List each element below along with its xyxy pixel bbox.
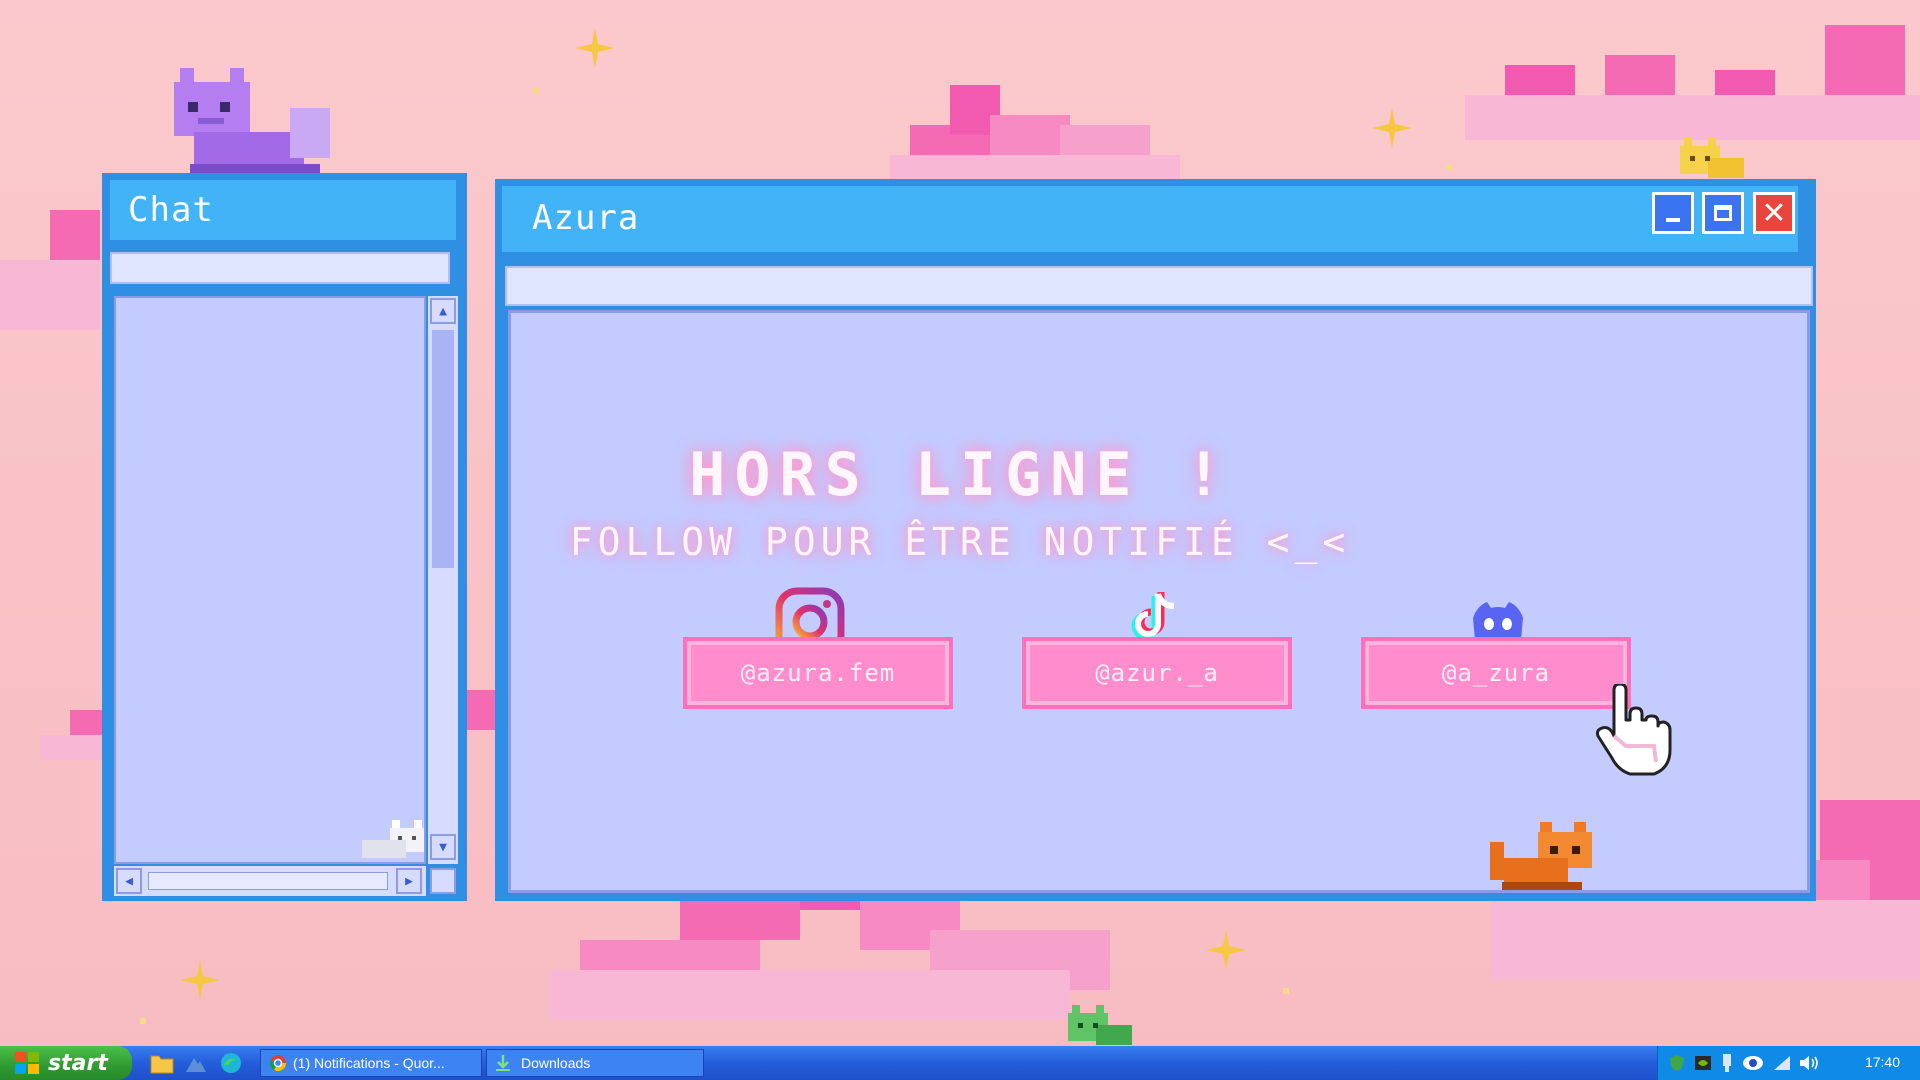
eye-icon[interactable] <box>1742 1054 1764 1072</box>
start-button[interactable]: start <box>0 1046 132 1080</box>
folder-icon[interactable] <box>150 1052 174 1074</box>
instagram-icon <box>775 587 845 639</box>
scroll-up-button[interactable]: ▲ <box>430 298 456 324</box>
sparkle-icon <box>1372 108 1412 148</box>
shield-icon[interactable] <box>1668 1054 1686 1072</box>
offline-headline: HORS LIGNE ! <box>689 440 1231 510</box>
chrome-icon <box>269 1055 287 1072</box>
chat-vertical-scrollbar[interactable]: ▲ ▼ <box>428 296 458 864</box>
main-toolbar <box>505 266 1813 306</box>
windows-logo-icon <box>15 1052 39 1074</box>
taskbar-item-label: (1) Notifications - Quor... <box>293 1055 445 1071</box>
taskbar: start (1) Notifications - Quor... Downlo… <box>0 1046 1920 1080</box>
edge-browser-icon[interactable] <box>220 1052 242 1074</box>
taskbar-item-notifications[interactable]: (1) Notifications - Quor... <box>260 1049 482 1077</box>
chat-message-area <box>114 296 426 864</box>
tiktok-handle-button[interactable]: @azur._a <box>1022 637 1292 709</box>
clock[interactable]: 17:40 <box>1865 1054 1900 1070</box>
download-icon <box>496 1055 510 1071</box>
sparkle-dot <box>140 1018 146 1024</box>
system-tray: 17:40 <box>1657 1046 1920 1080</box>
scroll-down-button[interactable]: ▼ <box>430 834 456 860</box>
taskbar-item-label: Downloads <box>521 1055 591 1071</box>
scroll-left-button[interactable]: ◀ <box>116 868 142 894</box>
sparkle-icon <box>180 960 220 1000</box>
sparkle-icon <box>575 28 615 68</box>
close-icon: ✕ <box>1761 195 1787 231</box>
hand-cursor-icon <box>1596 684 1672 776</box>
volume-icon[interactable] <box>1798 1054 1820 1072</box>
close-button[interactable]: ✕ <box>1753 192 1795 234</box>
wifi-icon[interactable] <box>1772 1054 1792 1072</box>
sparkle-dot <box>1446 164 1452 170</box>
maximize-icon <box>1714 205 1732 221</box>
green-cat-icon <box>1068 1005 1132 1045</box>
sparkle-icon <box>1206 930 1246 970</box>
scroll-corner <box>430 868 456 894</box>
chat-title: Chat <box>128 190 214 230</box>
chat-horizontal-scrollbar[interactable]: ◀ ▶ <box>114 866 426 896</box>
maximize-button[interactable] <box>1702 192 1744 234</box>
tiktok-icon <box>1131 592 1175 640</box>
sparkle-dot <box>533 88 539 94</box>
minimize-icon <box>1666 218 1680 222</box>
yellow-cat-icon <box>1680 138 1744 178</box>
discord-icon <box>1473 602 1523 640</box>
purple-cat-icon <box>174 68 330 176</box>
usb-icon[interactable] <box>1720 1053 1734 1073</box>
main-title-bar[interactable] <box>502 186 1798 252</box>
minimize-button[interactable] <box>1652 192 1694 234</box>
scroll-h-track[interactable] <box>148 872 388 890</box>
sparkle-dot <box>1283 988 1289 994</box>
offline-subline: FOLLOW POUR ÊTRE NOTIFIÉ <_< <box>569 520 1351 564</box>
start-label: start <box>48 1050 108 1076</box>
chat-toolbar <box>110 252 450 284</box>
instagram-handle-button[interactable]: @azura.fem <box>683 637 953 709</box>
orange-cat-icon <box>1490 822 1592 890</box>
nvidia-icon[interactable] <box>1694 1054 1712 1072</box>
main-title: Azura <box>532 198 640 238</box>
taskbar-item-downloads[interactable]: Downloads <box>486 1049 704 1077</box>
discord-handle-button[interactable]: @a_zura <box>1361 637 1631 709</box>
quick-launch <box>148 1051 248 1075</box>
mountain-icon[interactable] <box>186 1054 206 1072</box>
scroll-right-button[interactable]: ▶ <box>396 868 422 894</box>
white-cat-icon <box>362 820 424 858</box>
